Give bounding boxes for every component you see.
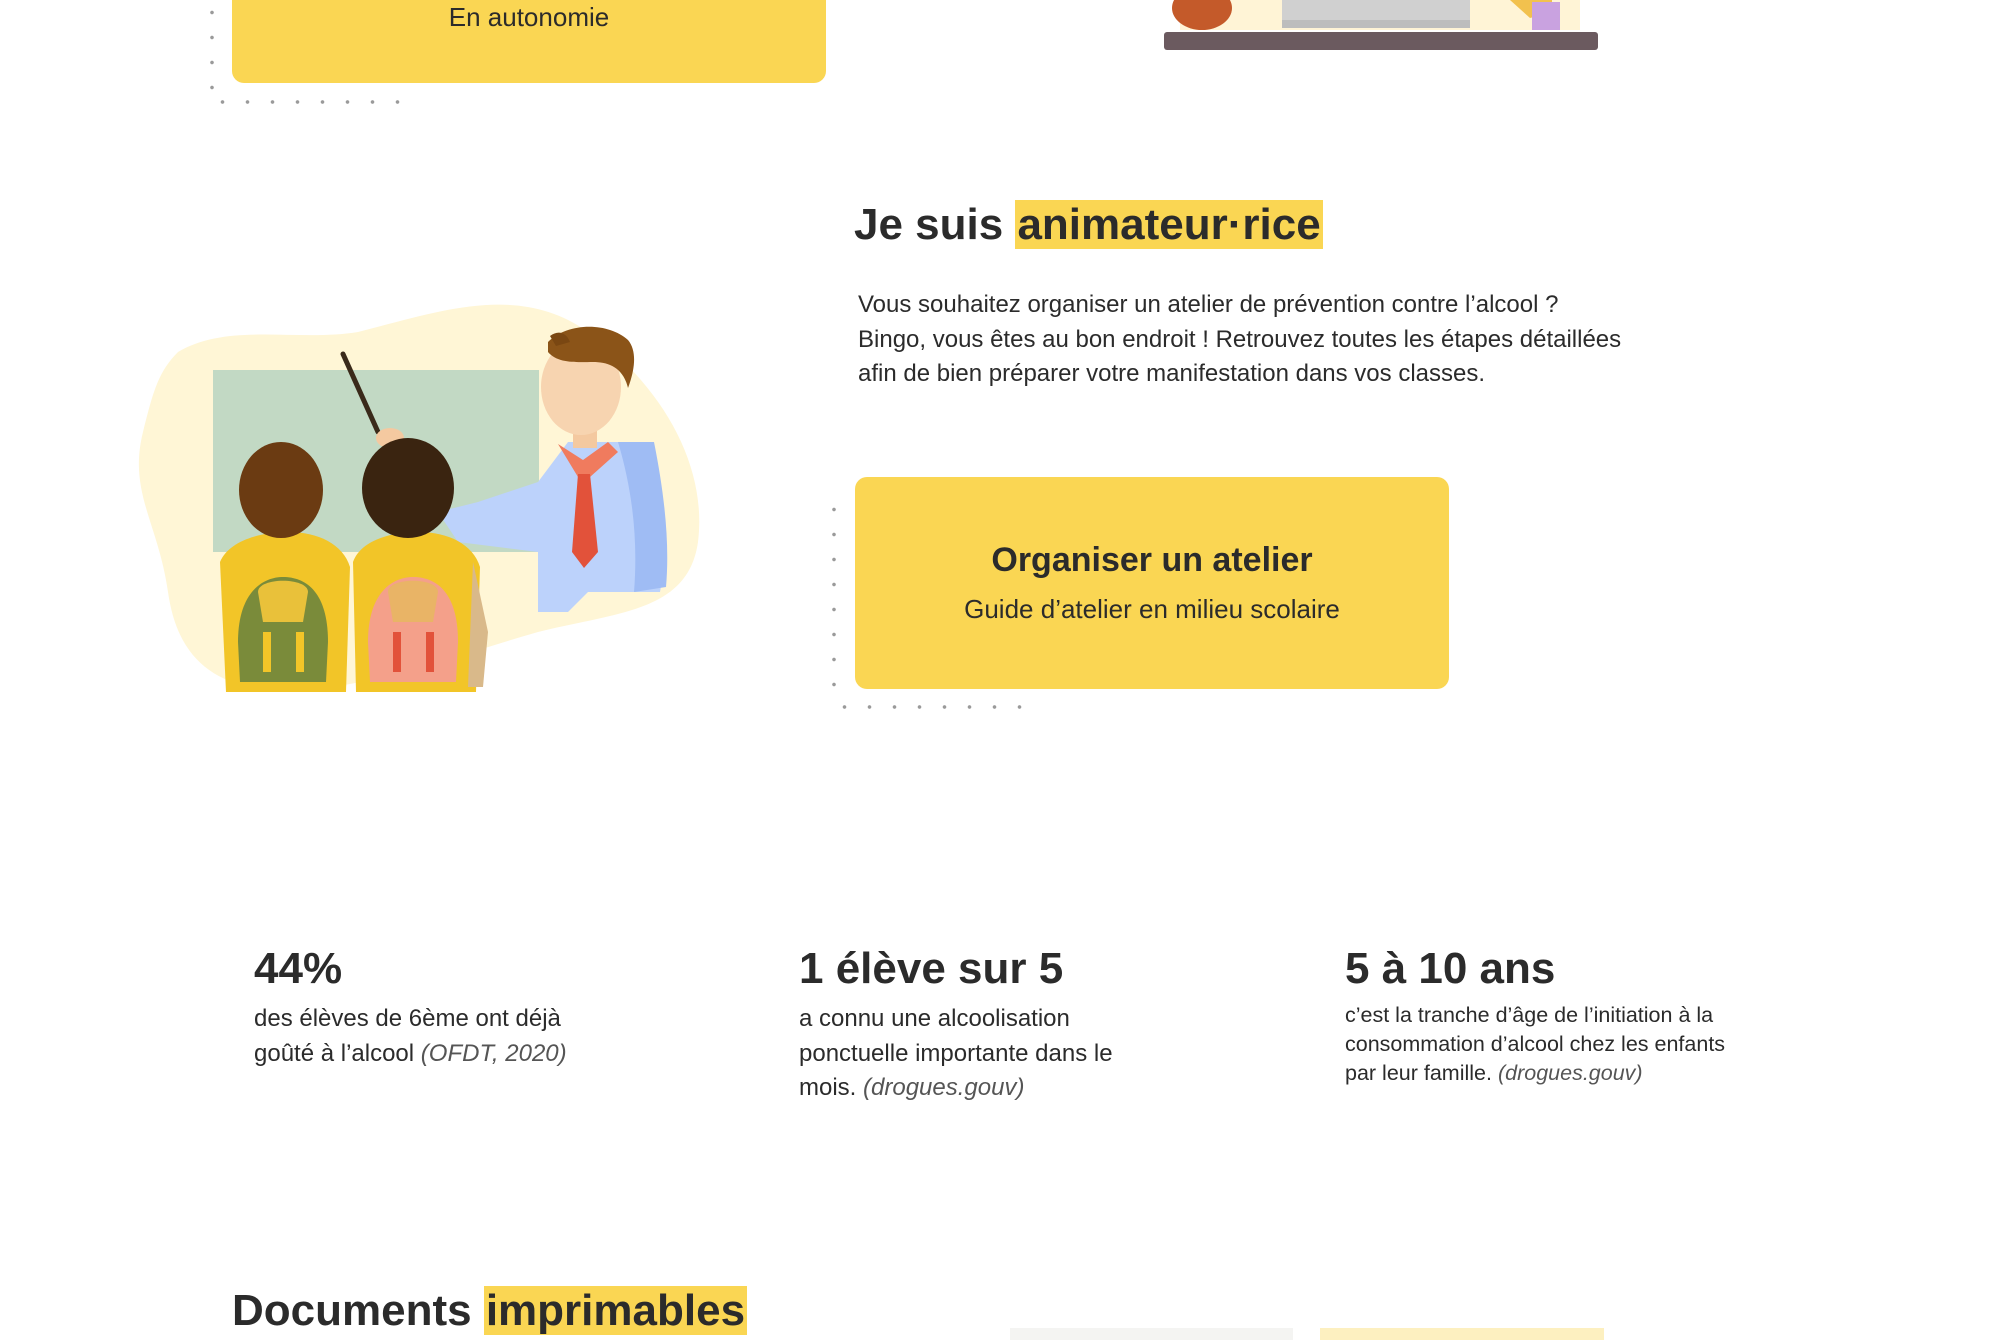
animateur-heading-prefix: Je suis xyxy=(854,200,1004,249)
teacher-with-students-illustration xyxy=(138,304,700,692)
stat-value: 44% xyxy=(254,944,343,993)
stat-source: (OFDT, 2020) xyxy=(420,1039,567,1067)
animateur-heading: Je suis animateur·rice xyxy=(854,200,1323,250)
document-thumbnail[interactable] xyxy=(1010,1328,1293,1340)
stat-source: (drogues.gouv) xyxy=(863,1074,1025,1101)
decorative-dots-horizontal xyxy=(832,705,1042,709)
stat-description: a connu une alcoolisation ponctuelle imp… xyxy=(799,1002,1169,1106)
animateur-description: Vous souhaitez organiser un atelier de p… xyxy=(858,291,1622,387)
stat-source: (drogues.gouv) xyxy=(1497,1061,1643,1085)
animateur-heading-highlight: animateur·rice xyxy=(1015,200,1323,249)
stat-description: des élèves de 6ème ont déjà goûté à l’al… xyxy=(254,1002,624,1071)
stat-description: c’est la tranche d’âge de l’initiation à… xyxy=(1345,1001,1745,1088)
decorative-dots-vertical xyxy=(210,0,214,90)
organise-workshop-subtitle: Guide d’atelier en milieu scolaire xyxy=(964,594,1340,624)
decorative-dots-horizontal xyxy=(210,100,420,104)
organise-workshop-title: Organiser un atelier xyxy=(991,541,1313,579)
desk-illustration xyxy=(1164,0,1598,50)
autonomy-card-subtitle: En autonomie xyxy=(448,2,610,32)
decorative-dots-vertical xyxy=(832,497,836,697)
documents-heading-highlight: imprimables xyxy=(483,1286,748,1335)
organise-workshop-button[interactable]: Organiser un atelier Guide d’atelier en … xyxy=(855,477,1449,689)
stat-value: 5 à 10 ans xyxy=(1345,944,1556,993)
autonomy-card-button[interactable]: En autonomie xyxy=(232,0,826,83)
documents-heading: Documents imprimables xyxy=(232,1286,748,1336)
documents-heading-prefix: Documents xyxy=(232,1286,472,1335)
document-thumbnail[interactable] xyxy=(1320,1328,1604,1340)
stat-value: 1 élève sur 5 xyxy=(799,944,1064,993)
